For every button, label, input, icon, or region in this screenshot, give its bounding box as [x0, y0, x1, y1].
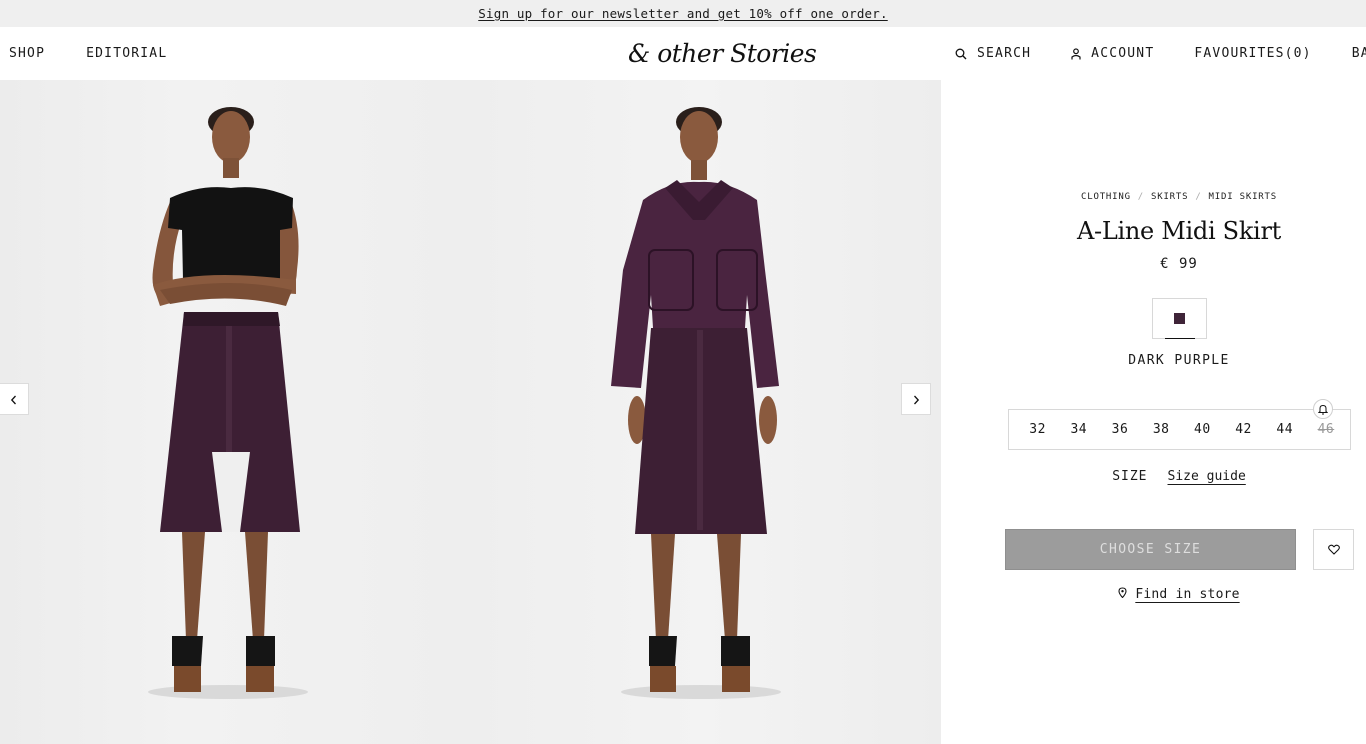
utility-nav: SEARCH ACCOUNT FAVOURITES(0) BA — [955, 27, 1366, 80]
heart-icon — [1327, 540, 1340, 559]
choose-size-button[interactable]: CHOOSE SIZE — [1005, 529, 1296, 570]
site-header: SHOP EDITORIAL & other Stories SEARCH AC… — [0, 27, 1366, 80]
product-price: € 99 — [1160, 256, 1198, 272]
chevron-right-icon — [912, 390, 920, 409]
color-name: DARK PURPLE — [1128, 353, 1230, 368]
size-option-40[interactable]: 40 — [1182, 422, 1223, 437]
newsletter-link[interactable]: Sign up for our newsletter and get 10% o… — [478, 6, 887, 21]
nav-shop[interactable]: SHOP — [9, 46, 45, 61]
size-selector: 32 34 36 38 40 42 44 46 — [1008, 399, 1351, 450]
breadcrumb: CLOTHING / SKIRTS / MIDI SKIRTS — [1081, 192, 1277, 202]
account-button[interactable]: ACCOUNT — [1071, 46, 1154, 61]
prev-image-button[interactable] — [0, 383, 29, 415]
add-to-favourites-button[interactable] — [1313, 529, 1354, 570]
newsletter-banner: Sign up for our newsletter and get 10% o… — [0, 0, 1366, 27]
size-label: SIZE — [1112, 469, 1148, 484]
bell-icon — [1317, 400, 1329, 419]
size-option-34[interactable]: 34 — [1058, 422, 1099, 437]
color-chip — [1174, 313, 1185, 324]
favourites-label: FAVOURITES(0) — [1194, 46, 1312, 61]
search-button[interactable]: SEARCH — [955, 46, 1031, 61]
bag-button[interactable]: BA — [1352, 46, 1366, 61]
find-in-store-link[interactable]: Find in store — [941, 587, 1366, 602]
breadcrumb-midi-skirts[interactable]: MIDI SKIRTS — [1209, 192, 1277, 202]
brand-logo[interactable]: & other Stories — [628, 39, 817, 71]
breadcrumb-clothing[interactable]: CLOTHING — [1081, 192, 1131, 202]
search-icon — [955, 48, 967, 60]
size-info-row: SIZE Size guide — [941, 469, 1366, 484]
main-nav: SHOP EDITORIAL — [9, 27, 167, 80]
brand-logo-text: & other Stories — [628, 39, 817, 68]
account-label: ACCOUNT — [1091, 46, 1155, 61]
size-option-44[interactable]: 44 — [1264, 422, 1305, 437]
color-swatch-dark-purple[interactable] — [1152, 298, 1207, 339]
person-icon — [1071, 47, 1081, 60]
location-pin-icon — [1118, 587, 1127, 602]
size-option-32[interactable]: 32 — [1017, 422, 1058, 437]
size-option-36[interactable]: 36 — [1099, 422, 1140, 437]
size-option-46[interactable]: 46 — [1305, 422, 1346, 437]
breadcrumb-skirts[interactable]: SKIRTS — [1151, 192, 1188, 202]
product-image-front[interactable] — [0, 80, 465, 744]
chevron-left-icon — [10, 390, 18, 409]
next-image-button[interactable] — [901, 383, 931, 415]
notify-me-button[interactable] — [1313, 399, 1333, 419]
nav-editorial[interactable]: EDITORIAL — [86, 46, 167, 61]
swatch-selected-indicator — [1165, 338, 1195, 339]
product-gallery — [0, 80, 941, 744]
size-option-38[interactable]: 38 — [1141, 422, 1182, 437]
product-image-styled[interactable] — [465, 80, 941, 744]
find-in-store-label: Find in store — [1135, 587, 1240, 602]
bag-label: BA — [1351, 46, 1366, 61]
size-option-42[interactable]: 42 — [1223, 422, 1264, 437]
product-details: CLOTHING / SKIRTS / MIDI SKIRTS A-Line Midi … — [941, 80, 1366, 744]
favourites-button[interactable]: FAVOURITES(0) — [1194, 46, 1311, 61]
search-label: SEARCH — [977, 46, 1032, 61]
size-guide-link[interactable]: Size guide — [1168, 469, 1246, 484]
product-title: A-Line Midi Skirt — [1077, 217, 1281, 245]
